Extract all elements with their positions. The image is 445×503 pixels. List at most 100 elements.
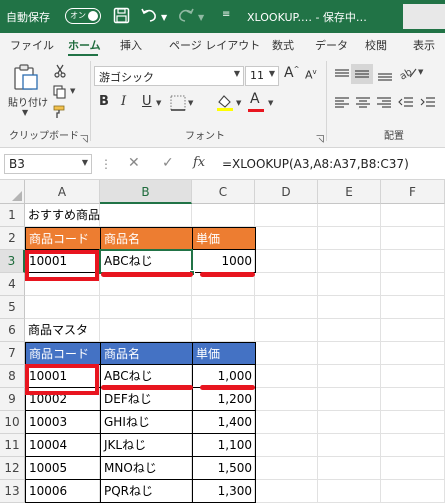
grid-cell[interactable] <box>318 480 381 503</box>
cell-c10[interactable]: 1,400 <box>192 410 256 434</box>
grid-cell[interactable] <box>192 296 255 319</box>
spreadsheet-grid[interactable]: A B C D E F 1 2 3 4 5 6 7 8 9 10 11 12 1… <box>0 180 445 503</box>
column-header-d[interactable]: D <box>255 180 318 204</box>
shrink-font-icon[interactable]: Av <box>305 68 317 82</box>
tab-file[interactable]: ファイル <box>10 37 54 53</box>
row-header[interactable]: 8 <box>0 365 25 388</box>
row-header[interactable]: 6 <box>0 319 25 342</box>
undo-dropdown-icon[interactable]: ▼ <box>161 13 167 22</box>
fill-color-icon[interactable] <box>216 93 234 115</box>
cell-a11[interactable]: 10004 <box>25 433 101 457</box>
insert-function-icon[interactable]: fx <box>193 155 205 170</box>
column-header-f[interactable]: F <box>381 180 445 204</box>
cell-a7[interactable]: 商品コード <box>25 342 101 365</box>
select-all-corner[interactable] <box>0 180 25 204</box>
cell-c12[interactable]: 1,500 <box>192 456 256 480</box>
name-box-dropdown-icon[interactable]: ▼ <box>82 158 88 167</box>
grid-cell[interactable] <box>255 204 318 227</box>
copy-icon[interactable] <box>53 84 67 103</box>
grid-cell[interactable] <box>381 319 445 342</box>
grid-cell[interactable] <box>255 296 318 319</box>
grid-cell[interactable] <box>255 480 318 503</box>
grid-cell[interactable] <box>318 227 381 250</box>
grid-cell[interactable] <box>381 204 445 227</box>
align-top-icon[interactable] <box>334 67 350 86</box>
grid-cell[interactable] <box>255 434 318 457</box>
row-header[interactable]: 1 <box>0 204 25 227</box>
grid-cell[interactable] <box>381 342 445 365</box>
paste-icon[interactable] <box>12 63 40 95</box>
grid-cell[interactable] <box>318 319 381 342</box>
orientation-icon[interactable]: ab <box>398 63 418 85</box>
font-size-box[interactable]: 11 ▼ <box>245 66 279 86</box>
paste-label[interactable]: 貼り付け <box>8 94 48 109</box>
grid-cell[interactable] <box>318 457 381 480</box>
row-header-selected[interactable]: 3 <box>0 250 25 273</box>
grid-cell[interactable] <box>381 227 445 250</box>
grid-cell[interactable] <box>381 365 445 388</box>
formula-input[interactable]: =XLOOKUP(A3,A8:A37,B8:C37) <box>222 157 409 171</box>
grid-cell[interactable] <box>318 273 381 296</box>
tab-insert[interactable]: 挿入 <box>120 37 142 53</box>
grid-cell[interactable] <box>255 388 318 411</box>
row-header[interactable]: 7 <box>0 342 25 365</box>
copy-dropdown-icon[interactable]: ▼ <box>70 87 75 95</box>
grid-cell[interactable] <box>318 411 381 434</box>
align-bottom-icon[interactable] <box>377 67 393 86</box>
paste-dropdown-icon[interactable]: ▼ <box>22 108 28 117</box>
grid-cell[interactable] <box>100 319 192 342</box>
grid-cell[interactable] <box>255 365 318 388</box>
align-middle-button[interactable] <box>351 64 373 84</box>
cell-a2[interactable]: 商品コード <box>25 227 101 250</box>
grid-cell[interactable] <box>318 342 381 365</box>
grid-cell[interactable] <box>381 434 445 457</box>
cell-c2[interactable]: 単価 <box>192 227 256 250</box>
grid-cell[interactable] <box>255 411 318 434</box>
grid-cell[interactable] <box>318 204 381 227</box>
cell-b12[interactable]: MNOねじ <box>100 456 193 480</box>
grid-cell[interactable] <box>255 319 318 342</box>
grid-cell[interactable] <box>255 227 318 250</box>
tab-data[interactable]: データ <box>315 37 348 53</box>
redo-dropdown-icon[interactable]: ▼ <box>198 13 204 22</box>
grid-cell[interactable] <box>100 296 192 319</box>
cell-c11[interactable]: 1,100 <box>192 433 256 457</box>
cell-c7[interactable]: 単価 <box>192 342 256 365</box>
formula-bar-menu-icon[interactable]: ⋮ <box>100 157 112 171</box>
orientation-dropdown-icon[interactable]: ▼ <box>418 68 423 76</box>
tab-view[interactable]: 表示 <box>413 37 435 53</box>
save-icon[interactable] <box>113 7 130 28</box>
cell-c3[interactable]: 1000 <box>192 249 256 273</box>
row-header[interactable]: 10 <box>0 411 25 434</box>
cancel-icon[interactable]: ✕ <box>128 155 140 171</box>
clipboard-launcher-icon[interactable] <box>80 128 88 147</box>
grid-cell[interactable] <box>318 365 381 388</box>
align-left-icon[interactable] <box>334 95 350 114</box>
enter-icon[interactable]: ✓ <box>162 155 174 171</box>
grid-cell[interactable] <box>100 204 192 227</box>
undo-icon[interactable] <box>140 7 160 28</box>
grow-font-icon[interactable]: A^ <box>284 65 299 81</box>
font-name-box[interactable]: 游ゴシック ▼ <box>94 66 244 86</box>
row-header[interactable]: 11 <box>0 434 25 457</box>
fill-color-dropdown-icon[interactable]: ▼ <box>236 99 241 107</box>
italic-button[interactable]: I <box>121 94 126 109</box>
align-center-icon[interactable] <box>355 95 371 114</box>
grid-cell[interactable] <box>318 250 381 273</box>
cell-b2[interactable]: 商品名 <box>100 227 193 250</box>
format-painter-icon[interactable] <box>53 104 67 123</box>
autosave-toggle[interactable]: オン <box>65 8 101 24</box>
row-header[interactable]: 2 <box>0 227 25 250</box>
grid-cell[interactable] <box>381 296 445 319</box>
font-name-dropdown-icon[interactable]: ▼ <box>234 69 240 78</box>
row-header[interactable]: 12 <box>0 457 25 480</box>
grid-cell[interactable] <box>381 480 445 503</box>
grid-cell[interactable] <box>381 273 445 296</box>
grid-cell[interactable] <box>255 250 318 273</box>
search-button[interactable] <box>403 4 445 29</box>
grid-cell[interactable] <box>318 296 381 319</box>
tab-review[interactable]: 校閲 <box>365 37 387 53</box>
align-right-icon[interactable] <box>376 95 392 114</box>
qat-more-icon[interactable]: ≡ <box>222 9 230 20</box>
underline-button[interactable]: U <box>142 94 152 109</box>
